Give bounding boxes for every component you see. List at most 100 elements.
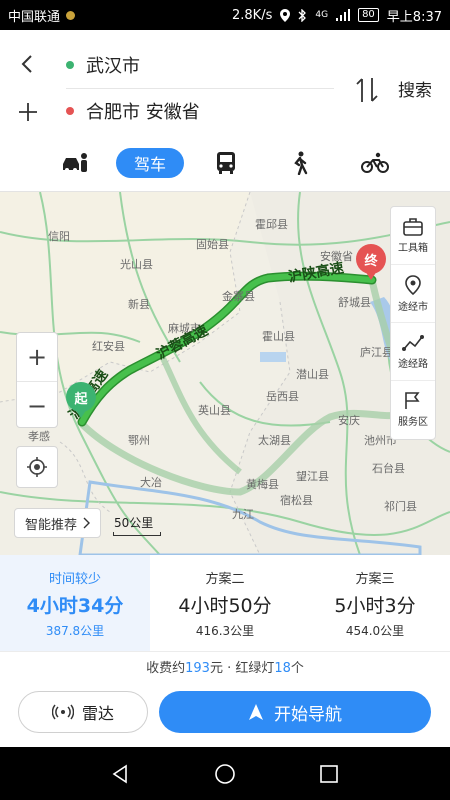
tab-drive[interactable]: 驾车 — [116, 148, 184, 178]
end-marker[interactable]: 终 — [356, 244, 386, 282]
end-marker-tail — [365, 271, 377, 280]
toll-amount: 193 — [185, 661, 210, 676]
place-label: 信阳 — [48, 230, 70, 243]
map-view[interactable]: 信阳 霍邱县 光山县 固始县 安徽省 金寨县 麻城市 新县 红安县 霍山县 庐江… — [0, 192, 450, 555]
status-right: 2.8K/s 4G 80 早上8:37 — [232, 6, 442, 25]
bluetooth-icon — [298, 8, 307, 22]
start-field[interactable]: 武汉市 — [66, 50, 140, 80]
bike-icon — [361, 152, 389, 173]
via-city-label: 途经市 — [398, 301, 428, 313]
start-navigation-button[interactable]: 开始导航 — [159, 691, 431, 733]
place-label: 金寨县 — [222, 290, 255, 303]
action-bar: 雷达 开始导航 — [0, 685, 450, 747]
place-label: 红安县 — [92, 340, 125, 353]
place-label: 望江县 — [296, 470, 329, 483]
end-dot-icon — [66, 107, 74, 115]
map-scale-label: 50公里 — [114, 516, 154, 530]
start-marker-label: 起 — [66, 382, 96, 412]
route-option-name: 方案三 — [355, 571, 395, 587]
system-nav-bar — [0, 747, 450, 800]
flag-icon — [405, 392, 420, 409]
status-bar: 中国联通 2.8K/s 4G 80 早上8:37 — [0, 0, 450, 30]
tab-bus[interactable] — [212, 148, 240, 178]
recents-square-icon[interactable] — [319, 764, 339, 784]
back-triangle-icon[interactable] — [111, 764, 131, 784]
place-label: 光山县 — [120, 258, 153, 271]
toolbox-button[interactable]: 工具箱 — [391, 207, 435, 265]
service-area-button[interactable]: 服务区 — [391, 381, 435, 439]
home-circle-icon[interactable] — [214, 763, 236, 785]
place-label: 祁门县 — [384, 500, 417, 513]
carrier: 中国联通 — [8, 6, 232, 25]
field-divider — [66, 88, 334, 89]
navigation-arrow-icon — [249, 704, 263, 720]
end-location: 合肥市 安徽省 — [86, 102, 200, 123]
via-road-button[interactable]: 途经路 — [391, 323, 435, 381]
end-marker-label: 终 — [356, 244, 386, 274]
radar-label: 雷达 — [81, 704, 114, 723]
signal-icon — [336, 9, 351, 21]
end-field[interactable]: 合肥市 安徽省 — [66, 96, 200, 126]
lights-prefix: 元 · 红绿灯 — [209, 661, 275, 676]
place-label: 鄂州 — [128, 434, 150, 447]
map-pin-icon — [405, 274, 421, 295]
place-label: 新县 — [128, 298, 150, 311]
place-label: 黄梅县 — [246, 478, 279, 491]
travel-mode-tabs: 驾车 — [0, 138, 450, 192]
radar-icon — [51, 704, 74, 720]
lights-suffix: 个 — [290, 661, 304, 676]
tab-car-service[interactable] — [60, 148, 90, 178]
network-type: 4G — [315, 10, 329, 20]
place-label: 太湖县 — [258, 434, 291, 447]
place-label: 庐江县 — [360, 346, 393, 359]
notification-dot-icon — [66, 10, 76, 20]
start-location: 武汉市 — [86, 56, 140, 77]
via-city-button[interactable]: 途经市 — [391, 265, 435, 323]
zoom-controls: + − — [16, 332, 58, 428]
toll-prefix: 收费约 — [146, 661, 186, 676]
chevron-right-icon — [83, 517, 91, 529]
smart-recommend-label: 智能推荐 — [25, 517, 78, 533]
search-button[interactable]: 搜索 — [398, 76, 432, 101]
tab-bike[interactable] — [360, 148, 390, 178]
bus-icon — [217, 152, 235, 174]
place-label: 霍山县 — [262, 330, 295, 343]
route-header: 武汉市 合肥市 安徽省 搜索 — [0, 30, 450, 138]
route-option-time: 4小时50分 — [178, 594, 272, 617]
place-label: 霍邱县 — [255, 218, 288, 231]
tab-walk[interactable] — [287, 148, 313, 178]
start-dot-icon — [66, 61, 74, 69]
route-option-2[interactable]: 方案二 4小时50分 416.3公里 — [150, 555, 300, 651]
location-icon — [280, 8, 291, 22]
place-label: 英山县 — [198, 404, 231, 417]
toolbox-label: 工具箱 — [398, 242, 428, 254]
zoom-out-button[interactable]: − — [17, 381, 57, 429]
place-label: 安庆 — [338, 414, 360, 427]
battery-level: 80 — [358, 8, 379, 22]
route-info: 收费约193元 · 红绿灯18个 — [0, 651, 450, 685]
route-options: 时间较少 4小时34分 387.8公里 方案二 4小时50分 416.3公里 方… — [0, 555, 450, 651]
smart-recommend-button[interactable]: 智能推荐 — [14, 508, 102, 538]
zoom-in-button[interactable]: + — [17, 333, 57, 381]
back-icon[interactable] — [16, 52, 40, 76]
locate-button[interactable] — [16, 446, 58, 488]
app-root: 中国联通 2.8K/s 4G 80 早上8:37 武汉市 合肥市 安徽省 搜索 — [0, 0, 450, 800]
place-label: 石台县 — [372, 462, 405, 475]
add-waypoint-icon[interactable] — [16, 100, 40, 124]
route-option-1[interactable]: 时间较少 4小时34分 387.8公里 — [0, 555, 150, 651]
radar-button[interactable]: 雷达 — [18, 691, 148, 733]
route-option-distance: 387.8公里 — [45, 623, 105, 638]
map-tools-panel: 工具箱 途经市 途经路 服务区 — [390, 206, 436, 440]
route-option-3[interactable]: 方案三 5小时3分 454.0公里 — [300, 555, 450, 651]
start-marker[interactable]: 起 — [66, 382, 96, 420]
carrier-name: 中国联通 — [8, 9, 61, 25]
route-option-time: 4小时34分 — [26, 594, 124, 617]
route-option-distance: 454.0公里 — [345, 623, 405, 638]
place-label: 九江 — [232, 508, 254, 521]
place-label: 孝感 — [28, 430, 50, 443]
route-option-name: 方案二 — [205, 571, 245, 587]
swap-icon[interactable] — [354, 76, 380, 104]
start-marker-tail — [75, 409, 87, 418]
route-option-distance: 416.3公里 — [195, 623, 255, 638]
route-option-time: 5小时3分 — [334, 594, 416, 617]
